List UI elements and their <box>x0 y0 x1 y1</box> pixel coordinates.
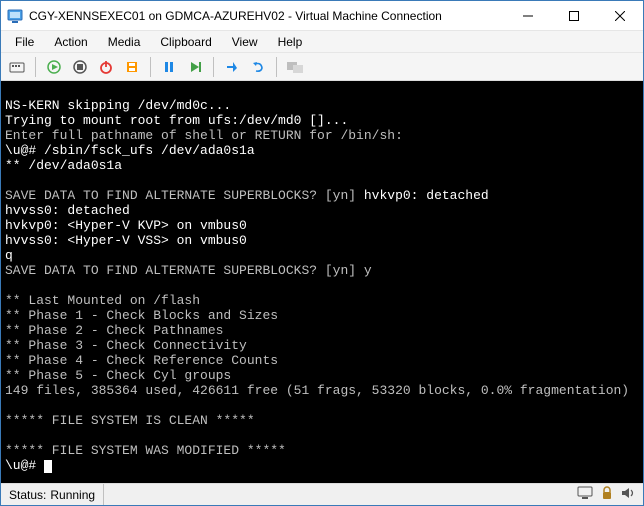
statusbar: Status: Running <box>1 483 643 505</box>
status-label: Status: <box>9 488 46 502</box>
menu-view[interactable]: View <box>222 33 268 51</box>
console-line: SAVE DATA TO FIND ALTERNATE SUPERBLOCKS?… <box>5 188 364 203</box>
toolbar-separator <box>150 57 151 77</box>
console-line: NS-KERN skipping /dev/md0c... <box>5 98 231 113</box>
console-line: ** /dev/ada0s1a <box>5 158 122 173</box>
shutdown-button[interactable] <box>94 55 118 79</box>
window-controls <box>505 1 643 30</box>
close-button[interactable] <box>597 1 643 30</box>
lock-icon <box>601 486 613 503</box>
minimize-button[interactable] <box>505 1 551 30</box>
menu-file[interactable]: File <box>5 33 44 51</box>
console-line: ** Phase 2 - Check Pathnames <box>5 323 223 338</box>
status-icons <box>569 486 643 503</box>
menu-clipboard[interactable]: Clipboard <box>150 33 221 51</box>
status-cell: Status: Running <box>1 484 104 505</box>
toolbar-separator <box>213 57 214 77</box>
console-line: hvvss0: <Hyper-V VSS> on vmbus0 <box>5 233 247 248</box>
console-line: ** Phase 5 - Check Cyl groups <box>5 368 231 383</box>
enhanced-session-button[interactable] <box>283 55 307 79</box>
checkpoint-button[interactable] <box>220 55 244 79</box>
toolbar <box>1 53 643 81</box>
console-line: q <box>5 248 13 263</box>
ctrl-alt-del-button[interactable] <box>5 55 29 79</box>
console-line: hvkvp0: <Hyper-V KVP> on vmbus0 <box>5 218 247 233</box>
toolbar-separator <box>35 57 36 77</box>
start-button[interactable] <box>42 55 66 79</box>
revert-button[interactable] <box>246 55 270 79</box>
console-line: ***** FILE SYSTEM WAS MODIFIED ***** <box>5 443 286 458</box>
vm-console[interactable]: NS-KERN skipping /dev/md0c... Trying to … <box>1 81 643 483</box>
app-icon <box>7 8 23 24</box>
console-line: SAVE DATA TO FIND ALTERNATE SUPERBLOCKS?… <box>5 263 372 278</box>
console-line: Trying to mount root from ufs:/dev/md0 [… <box>5 113 348 128</box>
cursor-icon <box>44 460 52 473</box>
maximize-button[interactable] <box>551 1 597 30</box>
console-line: hvkvp0: detached <box>364 188 489 203</box>
console-line: ** Last Mounted on /flash <box>5 293 200 308</box>
reset-button[interactable] <box>183 55 207 79</box>
console-line: ** Phase 1 - Check Blocks and Sizes <box>5 308 278 323</box>
titlebar: CGY-XENNSEXEC01 on GDMCA-AZUREHV02 - Vir… <box>1 1 643 31</box>
turn-off-button[interactable] <box>68 55 92 79</box>
menu-media[interactable]: Media <box>98 33 151 51</box>
menu-help[interactable]: Help <box>268 33 313 51</box>
pause-button[interactable] <box>157 55 181 79</box>
console-line: Enter full pathname of shell or RETURN f… <box>5 128 403 143</box>
save-button[interactable] <box>120 55 144 79</box>
menubar: File Action Media Clipboard View Help <box>1 31 643 53</box>
display-icon <box>577 486 593 503</box>
window-title: CGY-XENNSEXEC01 on GDMCA-AZUREHV02 - Vir… <box>29 9 505 23</box>
console-line: ** Phase 4 - Check Reference Counts <box>5 353 278 368</box>
toolbar-separator <box>276 57 277 77</box>
console-line: hvvss0: detached <box>5 203 130 218</box>
menu-action[interactable]: Action <box>44 33 97 51</box>
console-line: 149 files, 385364 used, 426611 free (51 … <box>5 383 629 398</box>
speaker-icon <box>621 486 635 503</box>
console-line: ***** FILE SYSTEM IS CLEAN ***** <box>5 413 255 428</box>
console-line: ** Phase 3 - Check Connectivity <box>5 338 247 353</box>
status-value: Running <box>50 488 95 502</box>
console-prompt: \u@# <box>5 458 44 473</box>
console-line: \u@# /sbin/fsck_ufs /dev/ada0s1a <box>5 143 255 158</box>
